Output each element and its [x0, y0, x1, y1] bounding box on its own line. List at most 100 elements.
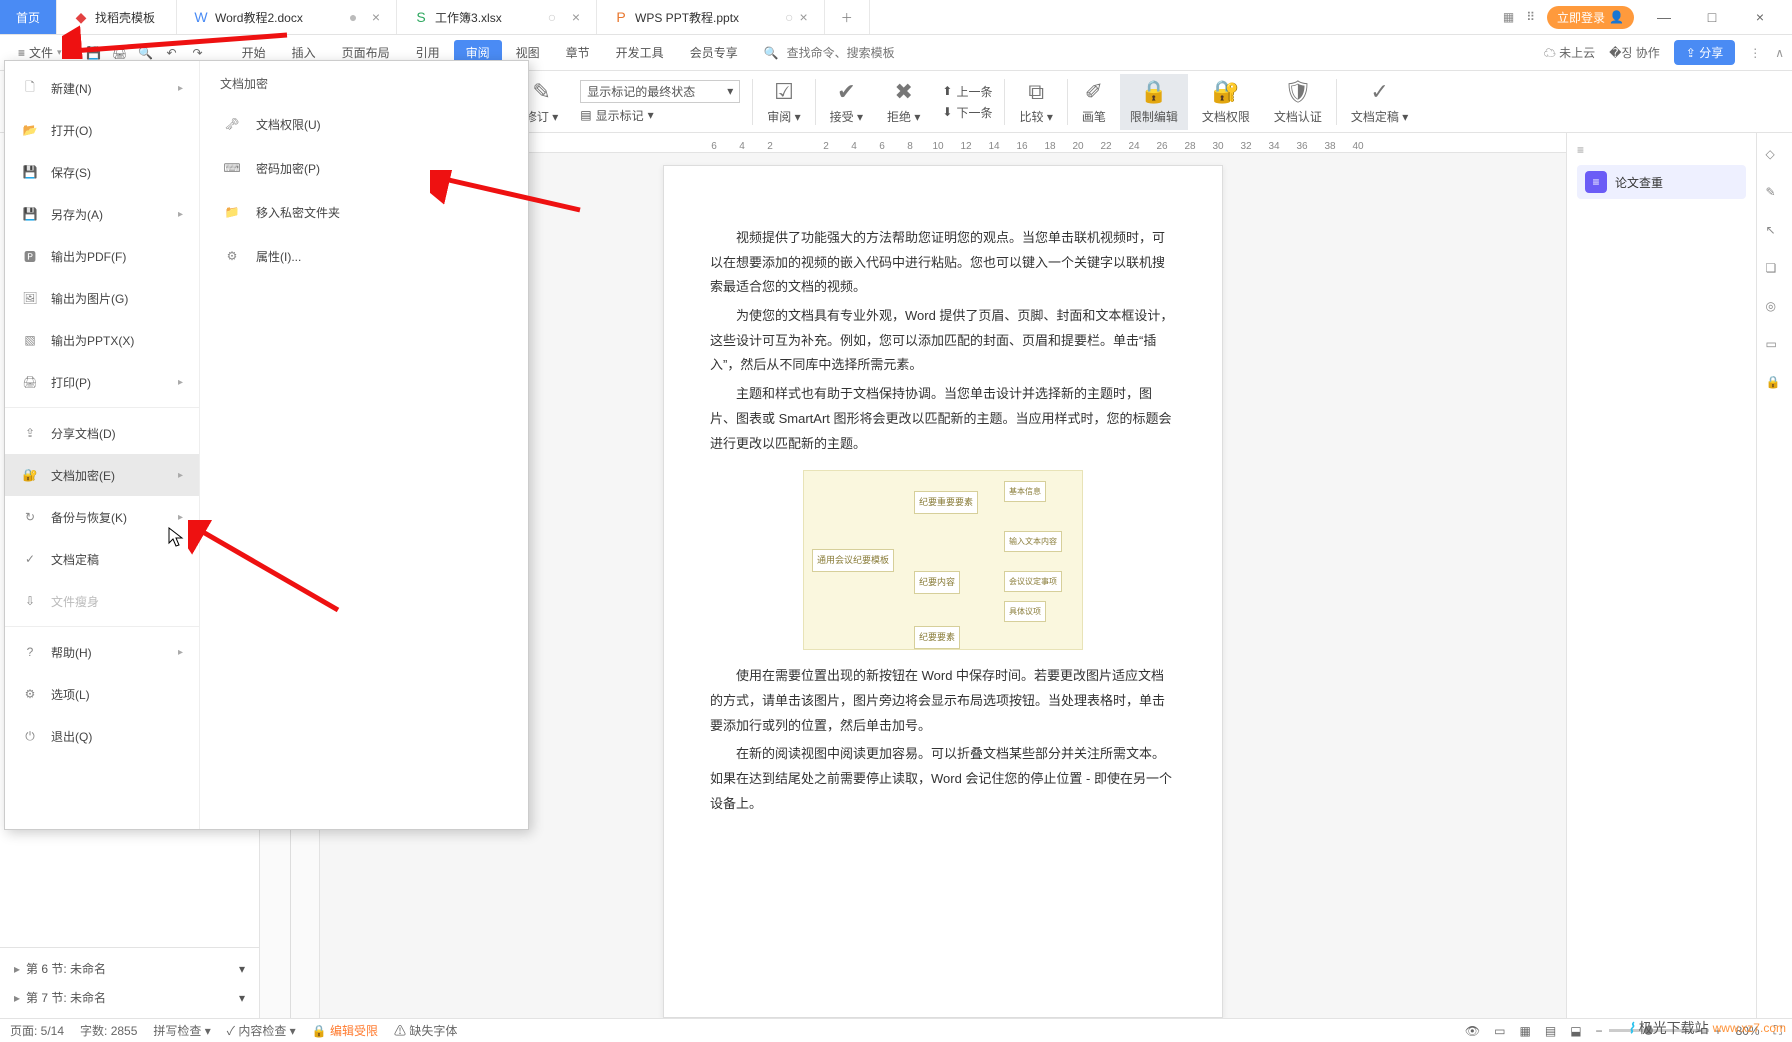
- login-button[interactable]: 立即登录👤: [1547, 6, 1634, 29]
- tab-daoke[interactable]: ◆ 找稻壳模板: [57, 0, 177, 34]
- paragraph: 主题和样式也有助于文档保持协调。当您单击设计并选择新的主题时，图片、图表或 Sm…: [710, 382, 1176, 456]
- reading-mode-icon[interactable]: ⬓: [1570, 1024, 1581, 1038]
- file-menu-primary: 🗋新建(N)▸ 📂打开(O) 💾保存(S) 💾另存为(A)▸ 🅿输出为PDF(F…: [5, 61, 200, 829]
- view-mode-icon[interactable]: 👁: [1465, 1024, 1480, 1038]
- doc-finalize-button[interactable]: ✓ 文档定稿 ▾: [1341, 74, 1418, 130]
- menu-open[interactable]: 📂打开(O): [5, 109, 199, 151]
- menu-backup[interactable]: ↻备份与恢复(K)▸: [5, 496, 199, 538]
- grid-icon[interactable]: ▦: [1503, 10, 1514, 24]
- tab-xlsx[interactable]: S 工作簿3.xlsx ○ ×: [397, 0, 597, 34]
- tab-devtools[interactable]: 开发工具: [604, 40, 676, 65]
- paragraph: 视频提供了功能强大的方法帮助您证明您的观点。当您单击联机视频时，可以在想要添加的…: [710, 226, 1176, 300]
- review-icon: ☑: [774, 79, 794, 105]
- pen-button[interactable]: ✐ 画笔: [1072, 74, 1116, 130]
- menu-export-pdf[interactable]: 🅿输出为PDF(F): [5, 235, 199, 277]
- properties-icon: ⚙: [222, 246, 242, 266]
- menu-options[interactable]: ⚙选项(L): [5, 673, 199, 715]
- doc-cert-button[interactable]: 🛡 文档认证: [1264, 74, 1332, 130]
- compare-button[interactable]: ⧉ 比较 ▾: [1009, 74, 1062, 130]
- menu-print[interactable]: 🖨打印(P)▸: [5, 361, 199, 403]
- word-count[interactable]: 字数: 2855: [80, 1022, 137, 1039]
- cube-icon[interactable]: ❏: [1766, 261, 1784, 279]
- menu-new[interactable]: 🗋新建(N)▸: [5, 67, 199, 109]
- review-button[interactable]: ☑ 审阅 ▾: [757, 74, 810, 130]
- collapse-ribbon-icon[interactable]: ∧: [1775, 46, 1784, 60]
- lock-icon[interactable]: 🔒: [1766, 375, 1784, 393]
- doc-permission-button[interactable]: 🔐 文档权限: [1192, 74, 1260, 130]
- share-button[interactable]: ⇪ 分享: [1674, 40, 1735, 65]
- gear-icon: ⚙: [21, 685, 39, 703]
- search-input[interactable]: [787, 46, 907, 60]
- content-check-status[interactable]: ✓ 内容检查 ▾: [227, 1022, 296, 1039]
- menu-help[interactable]: ?帮助(H)▸: [5, 631, 199, 673]
- tab-new[interactable]: ＋: [825, 0, 870, 34]
- section-item[interactable]: ▸第 6 节: 未命名▾: [10, 954, 249, 983]
- menu-save-as[interactable]: 💾另存为(A)▸: [5, 193, 199, 235]
- accept-button[interactable]: ✔ 接受 ▾: [820, 74, 873, 130]
- paragraph: 使用在需要位置出现的新按钮在 Word 中保存时间。若要更改图片适应文档的方式，…: [710, 664, 1176, 738]
- view-mode-icon[interactable]: ▤: [1545, 1024, 1556, 1038]
- menu-export-image[interactable]: 🖼输出为图片(G): [5, 277, 199, 319]
- permission-icon: 🗝: [222, 114, 242, 134]
- maximize-button[interactable]: □: [1694, 9, 1730, 25]
- spellcheck-status[interactable]: 拼写检查 ▾: [153, 1022, 210, 1039]
- plagiarism-check-button[interactable]: ≡ 论文查重: [1577, 165, 1746, 199]
- tab-ppt[interactable]: P WPS PPT教程.pptx ○ ×: [597, 0, 825, 34]
- file-menu-button[interactable]: ≡ 文件 ▾: [8, 44, 72, 61]
- reject-button[interactable]: ✖ 拒绝 ▾: [877, 74, 930, 130]
- tab-label: 找稻壳模板: [95, 9, 155, 26]
- tab-section[interactable]: 章节: [554, 40, 602, 65]
- pencil-icon[interactable]: ✎: [1766, 185, 1784, 203]
- menu-exit[interactable]: ⏻退出(Q): [5, 715, 199, 757]
- section-item[interactable]: ▸第 7 节: 未命名▾: [10, 983, 249, 1012]
- submenu-private-folder[interactable]: 📁移入私密文件夹: [214, 190, 514, 234]
- tab-home[interactable]: 首页: [0, 0, 57, 34]
- tab-close-icon[interactable]: ×: [372, 9, 380, 25]
- share-icon: ⇪: [21, 424, 39, 442]
- select-icon[interactable]: ↖: [1766, 223, 1784, 241]
- tab-dot-icon: ○: [548, 9, 556, 25]
- menu-slim: ⇩文件瘦身: [5, 580, 199, 622]
- page-indicator[interactable]: 页面: 5/14: [10, 1022, 64, 1039]
- apps-icon[interactable]: ⠿: [1526, 10, 1535, 24]
- word-icon: W: [193, 9, 209, 25]
- more-menu-icon[interactable]: ⋮: [1749, 46, 1761, 60]
- view-mode-icon[interactable]: ▦: [1520, 1024, 1531, 1038]
- submenu-password[interactable]: ⌨密码加密(P): [214, 146, 514, 190]
- document-page[interactable]: 视频提供了功能强大的方法帮助您证明您的观点。当您单击联机视频时，可以在想要添加的…: [663, 165, 1223, 1018]
- show-marks-button[interactable]: ▤显示标记 ▾: [580, 107, 653, 124]
- tab-close-icon[interactable]: ●: [349, 9, 357, 25]
- close-button[interactable]: ×: [1742, 9, 1778, 25]
- tab-word-doc[interactable]: W Word教程2.docx ● ×: [177, 0, 397, 34]
- menu-save[interactable]: 💾保存(S): [5, 151, 199, 193]
- missing-font-status[interactable]: ⚠ 缺失字体: [394, 1022, 457, 1039]
- restrict-edit-button[interactable]: 🔒 限制编辑: [1120, 74, 1188, 130]
- menu-share[interactable]: ⇪分享文档(D): [5, 412, 199, 454]
- view-mode-icon[interactable]: ▭: [1494, 1024, 1505, 1038]
- tab-close-icon[interactable]: ×: [800, 9, 808, 25]
- submenu-permission[interactable]: 🗝文档权限(U): [214, 102, 514, 146]
- minimize-button[interactable]: —: [1646, 9, 1682, 25]
- submenu-properties[interactable]: ⚙属性(I)...: [214, 234, 514, 278]
- target-icon[interactable]: ◎: [1766, 299, 1784, 317]
- change-nav[interactable]: ⬆上一条 ⬇下一条: [934, 74, 1000, 130]
- paragraph: 为使您的文档具有专业外观，Word 提供了页眉、页脚、封面和文本框设计，这些设计…: [710, 304, 1176, 378]
- diamond-icon[interactable]: ◇: [1766, 147, 1784, 165]
- watermark: ⌇ 极光下载站 www.xz7.com: [1628, 1018, 1786, 1038]
- tab-close-icon[interactable]: ×: [572, 9, 580, 25]
- coop-button[interactable]: �징 协作: [1609, 44, 1660, 61]
- book-icon[interactable]: ▭: [1766, 337, 1784, 355]
- save-as-icon: 💾: [21, 205, 39, 223]
- cloud-status[interactable]: ☁ 未上云: [1544, 44, 1595, 61]
- menu-encrypt[interactable]: 🔐文档加密(E)▸: [5, 454, 199, 496]
- collapse-panel-icon[interactable]: ≡: [1577, 143, 1746, 157]
- edit-lock-status[interactable]: 🔒 编辑受限: [312, 1022, 378, 1039]
- permission-icon: 🔐: [1212, 79, 1239, 105]
- menu-finalize[interactable]: ✓文档定稿: [5, 538, 199, 580]
- status-bar: 页面: 5/14 字数: 2855 拼写检查 ▾ ✓ 内容检查 ▾ 🔒 编辑受限…: [0, 1018, 1792, 1042]
- track-display-select[interactable]: 显示标记的最终状态▾: [580, 80, 740, 103]
- menu-export-pptx[interactable]: ▧输出为PPTX(X): [5, 319, 199, 361]
- chevron-down-icon: ▾: [239, 962, 245, 976]
- tab-member[interactable]: 会员专享: [678, 40, 750, 65]
- command-search[interactable]: 🔍: [764, 46, 907, 60]
